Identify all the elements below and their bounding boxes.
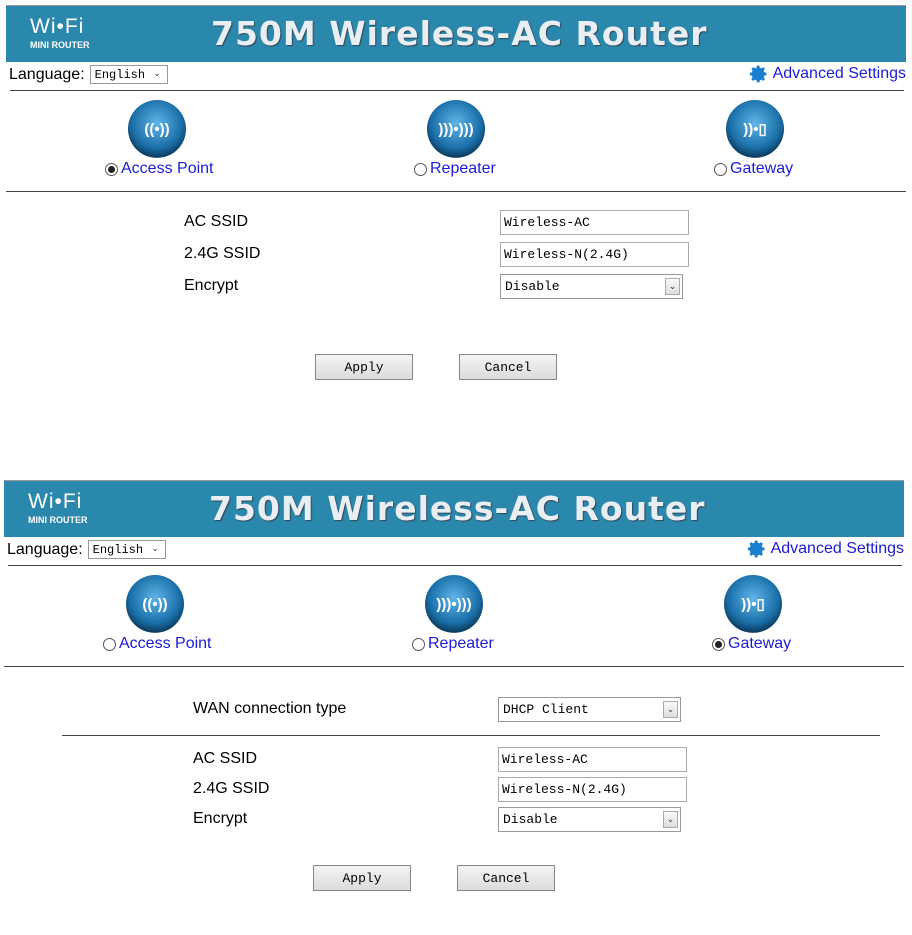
advanced-settings-link[interactable]: Advanced Settings: [749, 64, 906, 84]
mode-radio-2[interactable]: Gateway: [714, 160, 793, 178]
access-point-icon[interactable]: ((•)): [128, 100, 186, 158]
router-panel: Wi•Fi MINI ROUTER 750M Wireless-AC Router…: [6, 0, 908, 460]
language-select[interactable]: English ⌄: [87, 540, 166, 559]
language-value: English: [92, 542, 144, 557]
chevron-down-icon[interactable]: ⌄: [663, 811, 678, 828]
radio-button[interactable]: [414, 162, 427, 176]
ac-ssid-input[interactable]: Wireless-AC: [498, 747, 687, 772]
language-select[interactable]: English ⌄: [89, 65, 168, 84]
cancel-button[interactable]: Cancel: [459, 354, 557, 380]
divider: [62, 735, 880, 736]
mode-label: Gateway: [730, 160, 794, 177]
g24-ssid-input[interactable]: Wireless-N(2.4G): [500, 242, 689, 267]
wifi-logo: Wi•Fi MINI ROUTER: [30, 15, 90, 50]
g24-ssid-input[interactable]: Wireless-N(2.4G): [498, 777, 687, 802]
ac-ssid-label: AC SSID: [193, 750, 258, 767]
wan-label: WAN connection type: [193, 700, 347, 717]
wan-value: DHCP Client: [503, 702, 589, 717]
page-title: 750M Wireless-AC Router: [211, 14, 708, 53]
apply-button[interactable]: Apply: [313, 865, 411, 891]
repeater-icon[interactable]: )))•))): [425, 575, 483, 633]
radio-button[interactable]: [105, 162, 118, 176]
language-row: Language: English ⌄: [7, 540, 166, 559]
apply-button[interactable]: Apply: [315, 354, 413, 380]
mode-radio-0[interactable]: Access Point: [105, 160, 213, 178]
encrypt-value: Disable: [505, 279, 560, 294]
wifi-logo: Wi•Fi MINI ROUTER: [28, 490, 88, 525]
wan-select[interactable]: DHCP Client ⌄: [498, 697, 681, 722]
language-label: Language:: [7, 540, 83, 558]
gear-icon: [747, 540, 765, 558]
cancel-button[interactable]: Cancel: [457, 865, 555, 891]
router-panel: Wi•Fi MINI ROUTER 750M Wireless-AC Router…: [4, 475, 906, 935]
mode-label: Gateway: [728, 635, 792, 652]
access-point-icon[interactable]: ((•)): [126, 575, 184, 633]
mode-label: Access Point: [119, 635, 212, 652]
radio-button[interactable]: [714, 162, 727, 176]
encrypt-select[interactable]: Disable ⌄: [500, 274, 683, 299]
language-value: English: [94, 67, 146, 82]
advanced-settings-label: Advanced Settings: [770, 540, 904, 557]
ac-ssid-label: AC SSID: [184, 213, 249, 230]
chevron-down-icon[interactable]: ⌄: [665, 278, 680, 295]
header-banner: Wi•Fi MINI ROUTER 750M Wireless-AC Router: [6, 5, 906, 62]
g24-ssid-label: 2.4G SSID: [184, 245, 261, 262]
header-banner: Wi•Fi MINI ROUTER 750M Wireless-AC Router: [4, 480, 904, 537]
encrypt-label: Encrypt: [193, 810, 248, 827]
mode-label: Repeater: [430, 160, 496, 177]
gateway-icon[interactable]: ))•▯: [726, 100, 784, 158]
advanced-settings-link[interactable]: Advanced Settings: [747, 539, 904, 559]
gateway-icon[interactable]: ))•▯: [724, 575, 782, 633]
chevron-down-icon: ⌄: [153, 69, 161, 79]
mode-radio-2[interactable]: Gateway: [712, 635, 791, 653]
divider: [10, 90, 904, 91]
encrypt-value: Disable: [503, 812, 558, 827]
advanced-settings-label: Advanced Settings: [772, 65, 906, 82]
radio-button[interactable]: [712, 637, 725, 651]
mode-label: Access Point: [121, 160, 214, 177]
encrypt-select[interactable]: Disable ⌄: [498, 807, 681, 832]
encrypt-label: Encrypt: [184, 277, 239, 294]
repeater-icon[interactable]: )))•))): [427, 100, 485, 158]
language-label: Language:: [9, 65, 85, 83]
divider: [4, 666, 904, 667]
divider: [8, 565, 902, 566]
language-row: Language: English ⌄: [9, 65, 168, 84]
mode-radio-0[interactable]: Access Point: [103, 635, 211, 653]
radio-button[interactable]: [103, 637, 116, 651]
radio-button[interactable]: [412, 637, 425, 651]
mode-label: Repeater: [428, 635, 494, 652]
gear-icon: [749, 65, 767, 83]
page-title: 750M Wireless-AC Router: [209, 489, 706, 528]
chevron-down-icon[interactable]: ⌄: [663, 701, 678, 718]
chevron-down-icon: ⌄: [151, 544, 159, 554]
g24-ssid-label: 2.4G SSID: [193, 780, 270, 797]
mode-radio-1[interactable]: Repeater: [414, 160, 496, 178]
divider: [6, 191, 906, 192]
mode-radio-1[interactable]: Repeater: [412, 635, 494, 653]
ac-ssid-input[interactable]: Wireless-AC: [500, 210, 689, 235]
